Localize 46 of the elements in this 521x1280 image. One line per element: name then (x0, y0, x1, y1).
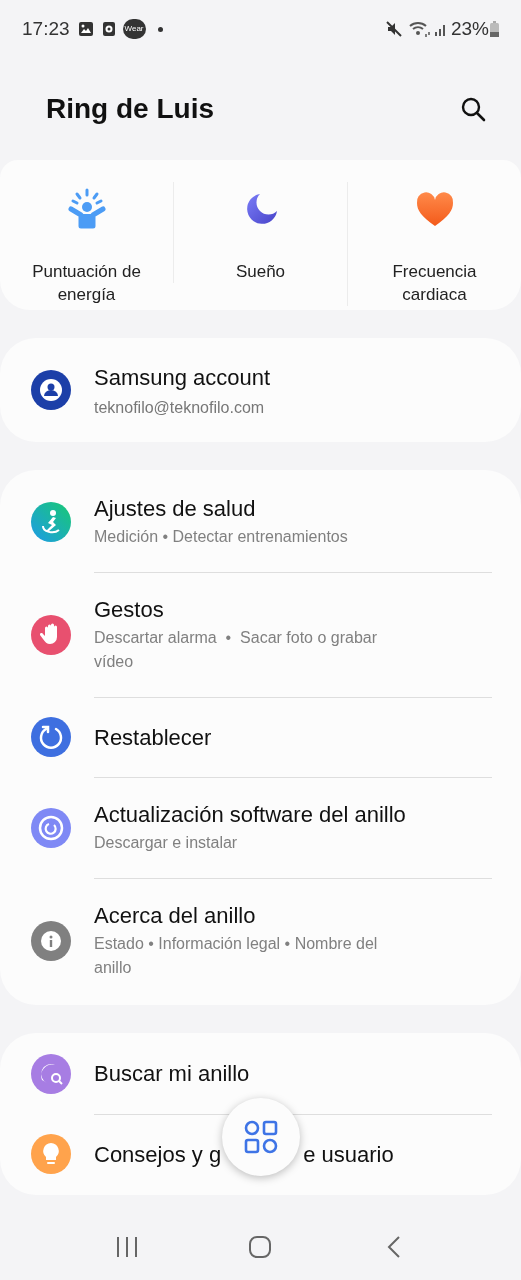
item-title-fragment: Consejos y g (94, 1140, 222, 1169)
lightbulb-icon (31, 1134, 71, 1174)
mute-icon (384, 20, 403, 38)
account-name: Samsung account (94, 363, 271, 392)
item-subtitle: Descargar e instalar (94, 833, 239, 853)
shortcut-label[interactable]: Frecuencia cardiaca (359, 260, 510, 306)
shortcut-label[interactable]: Sueño (235, 260, 286, 283)
item-title: Buscar mi anillo (94, 1060, 251, 1088)
settings-item[interactable]: Actualización software del anillo Descargar e instalar (0, 777, 521, 878)
reset-icon (31, 717, 71, 757)
settings-item[interactable]: Buscar mi anillo (0, 1034, 521, 1114)
account-card[interactable]: Samsung account teknofilo@teknofilo.com (0, 338, 521, 442)
search-icon (460, 96, 486, 122)
health-figure-icon (31, 502, 71, 542)
info-icon (31, 920, 71, 961)
shortcut-label[interactable]: Puntuación de energía (11, 260, 162, 306)
wear-badge: Wear (122, 19, 146, 39)
settings-item[interactable]: Restablecer (0, 697, 521, 777)
account-email: teknofilo@teknofilo.com (94, 397, 266, 418)
apps-icon (243, 1119, 279, 1155)
wifi-icon (408, 20, 431, 38)
recents-icon (114, 1236, 139, 1258)
account-icon (31, 370, 71, 410)
clock-icon (101, 21, 116, 37)
gallery-icon (77, 21, 94, 37)
settings-item[interactable]: Acerca del anillo Estado • Información legal • Nombre del anillo (0, 878, 521, 1003)
item-title: Actualización software del anillo (94, 801, 407, 829)
back-icon (386, 1235, 403, 1259)
item-title: Restablecer (94, 723, 213, 752)
hand-icon (31, 614, 71, 655)
status-time: 17:23 (22, 16, 70, 41)
battery-icon (490, 21, 499, 37)
item-title: Acerca del anillo (94, 902, 257, 930)
item-subtitle: Descartar alarma • Sacar foto o grabar vídeo (94, 628, 379, 672)
settings-item[interactable]: Ajustes de salud Medición • Detectar entrenamientos (0, 472, 521, 572)
item-title: Gestos (94, 596, 165, 624)
item-title-fragment: e usuario (303, 1140, 394, 1169)
item-subtitle: Medición • Detectar entrenamientos (94, 527, 349, 547)
home-icon (248, 1235, 273, 1259)
item-title: Ajustes de salud (94, 495, 257, 523)
ring-search-icon (31, 1054, 71, 1094)
settings-item[interactable]: Gestos Descartar alarma • Sacar foto o grabar vídeo (0, 572, 521, 697)
update-icon (31, 807, 71, 848)
page-title: Ring de Luis (46, 92, 214, 126)
battery-percent: 23% (450, 16, 489, 41)
item-subtitle: Estado • Información legal • Nombre del anillo (94, 934, 379, 978)
